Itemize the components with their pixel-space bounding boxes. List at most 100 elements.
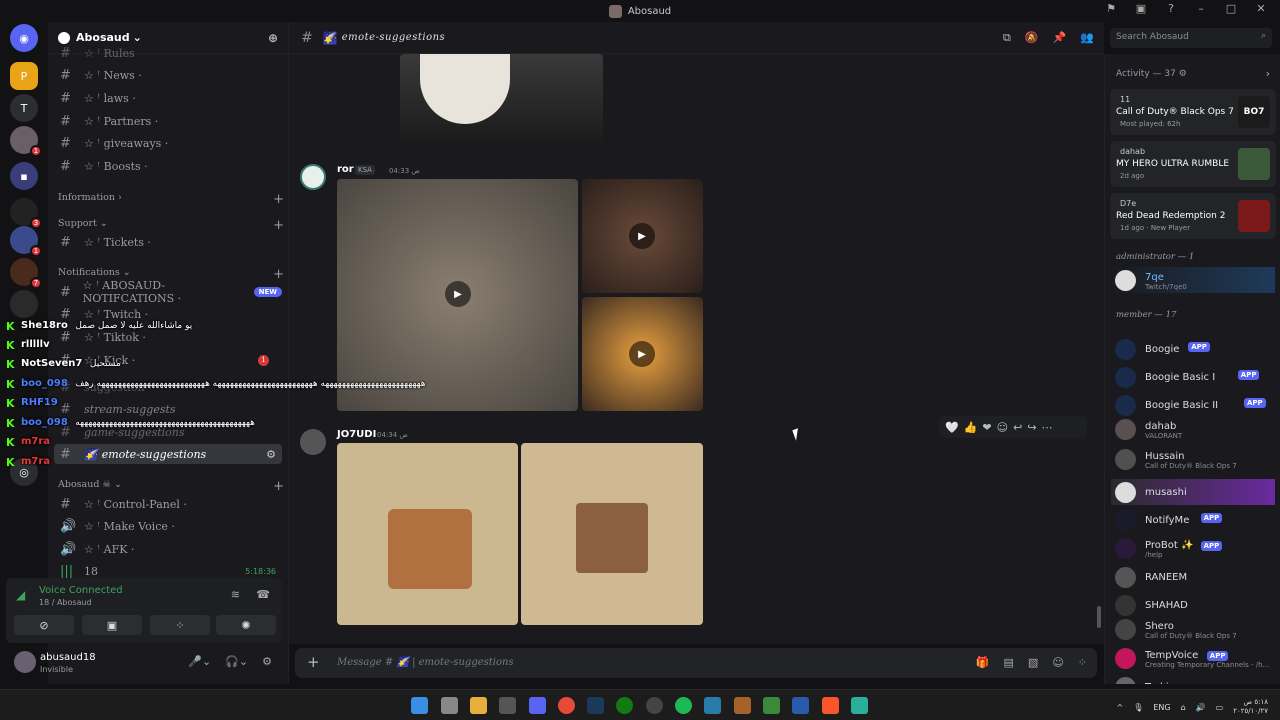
threads-icon[interactable]: ⧉ bbox=[1003, 31, 1011, 45]
member-item[interactable]: 7qe Twitch/7qe0 bbox=[1111, 267, 1275, 293]
headphones-icon[interactable]: 🎧⌄ bbox=[225, 655, 248, 668]
camera-off-button[interactable]: ⊘ bbox=[14, 615, 74, 635]
heart-reaction-icon[interactable]: 🤍 bbox=[945, 421, 959, 434]
reply-icon[interactable]: ↩ bbox=[1013, 421, 1022, 434]
red-heart-reaction-icon[interactable]: ❤ bbox=[982, 421, 991, 434]
app-icon[interactable] bbox=[441, 697, 458, 714]
server-icon-fire[interactable]: 7 bbox=[10, 258, 42, 289]
more-icon[interactable]: ⋯ bbox=[1042, 421, 1053, 434]
user-name[interactable]: abusaud18 bbox=[40, 652, 96, 663]
maximize-button[interactable]: □ bbox=[1220, 2, 1242, 15]
activity-card[interactable]: D7e Red Dead Redemption 2 1d ago · New P… bbox=[1110, 193, 1276, 239]
screen-icon[interactable]: ▣ bbox=[1130, 2, 1152, 15]
member-item[interactable]: Boogie Basic II APP bbox=[1111, 392, 1275, 418]
category-support[interactable]: Support ⌄ + bbox=[58, 218, 284, 233]
channel-partners[interactable]: # ☆ ꜝ Partners · bbox=[54, 111, 282, 131]
folder-icon[interactable]: ▪ bbox=[10, 162, 38, 190]
media-dog-image[interactable] bbox=[400, 54, 603, 145]
server-icon-abosaud[interactable]: 1 bbox=[10, 126, 42, 157]
server-icon-p[interactable]: P bbox=[10, 62, 38, 90]
channel-control-panel[interactable]: # ☆ ꜝ Control-Panel · bbox=[54, 494, 282, 514]
language-indicator[interactable]: ENG bbox=[1153, 703, 1170, 712]
message-avatar[interactable] bbox=[300, 429, 326, 455]
member-item[interactable]: dahab VALORANT bbox=[1111, 416, 1275, 442]
message-author[interactable]: ror bbox=[337, 164, 354, 175]
inbox-icon[interactable]: ⚑ bbox=[1100, 2, 1122, 15]
play-icon[interactable]: ▶ bbox=[629, 223, 655, 249]
image-attachment[interactable] bbox=[521, 443, 703, 625]
app-icon[interactable] bbox=[851, 697, 868, 714]
screen-share-button[interactable]: ▣ bbox=[82, 615, 142, 635]
emoji-picker-icon[interactable]: ☺ bbox=[1052, 656, 1063, 669]
play-icon[interactable]: ▶ bbox=[445, 281, 471, 307]
search-input[interactable]: Search Abosaud ⌕ bbox=[1110, 28, 1272, 48]
channel-giveaways[interactable]: # ☆ ꜝ giveaways · bbox=[54, 133, 282, 153]
discord-home-icon[interactable]: ◉ bbox=[10, 24, 38, 52]
server-icon-blue[interactable]: 1 bbox=[10, 226, 42, 257]
activity-card[interactable]: dahab MY HERO ULTRA RUMBLE 2d ago bbox=[1110, 141, 1276, 187]
battery-icon[interactable]: ▭ bbox=[1216, 703, 1224, 712]
video-attachment[interactable]: ▶ bbox=[337, 179, 578, 411]
forward-icon[interactable]: ↪ bbox=[1027, 421, 1036, 434]
channel-abosaud-notifications[interactable]: # ☆ ꜝ ABOSAUD-NOTIFCATIONS · NEW bbox=[54, 279, 282, 305]
close-button[interactable]: ✕ bbox=[1250, 2, 1272, 15]
add-channel-icon[interactable]: + bbox=[273, 218, 284, 233]
sticker-icon[interactable]: ▧ bbox=[1028, 656, 1038, 669]
member-item[interactable]: ProBot ✨ APP/help bbox=[1111, 535, 1275, 561]
chevron-right-icon[interactable]: › bbox=[1266, 67, 1270, 80]
xbox-icon[interactable] bbox=[616, 697, 633, 714]
channel-tickets[interactable]: # ☆ ꜝ Tickets · bbox=[54, 232, 282, 252]
channel-stream-suggests[interactable]: # stream-suggests bbox=[54, 399, 282, 419]
settings-gear-icon[interactable]: ⚙ bbox=[262, 655, 272, 668]
discord-taskbar-icon[interactable] bbox=[529, 697, 546, 714]
mic-tray-icon[interactable]: 🎙 bbox=[1133, 703, 1143, 712]
channel-rules[interactable]: # ☆ ꜝ Rules bbox=[54, 43, 282, 63]
message-composer[interactable]: + Message # 🌠 | emote-suggestions 🎁 ▤ ▧ … bbox=[295, 648, 1097, 678]
category-information[interactable]: Information › + bbox=[58, 192, 284, 207]
spotify-icon[interactable] bbox=[675, 697, 692, 714]
member-item[interactable]: Boogie Basic I APP bbox=[1111, 364, 1275, 390]
user-avatar[interactable] bbox=[14, 651, 36, 673]
clock[interactable]: ٥:١٨ ص ٢٠٢٥/١٠/٢٧ bbox=[1233, 698, 1268, 716]
play-icon[interactable]: ▶ bbox=[629, 341, 655, 367]
member-list-icon[interactable]: 👥 bbox=[1080, 31, 1094, 45]
noise-suppression-icon[interactable]: ≋ bbox=[231, 588, 240, 601]
app-icon[interactable] bbox=[499, 697, 516, 714]
add-reaction-icon[interactable]: ☺ bbox=[997, 421, 1008, 434]
video-attachment[interactable]: ▶ bbox=[582, 297, 703, 411]
start-icon[interactable] bbox=[411, 697, 428, 714]
volume-icon[interactable]: 🔊 bbox=[1196, 703, 1206, 712]
pin-icon[interactable]: 📌 bbox=[1053, 31, 1067, 45]
add-channel-icon[interactable]: + bbox=[273, 267, 284, 282]
chevron-up-icon[interactable]: ^ bbox=[1116, 703, 1123, 712]
microphone-icon[interactable]: 🎤⌄ bbox=[188, 655, 211, 668]
app-icon[interactable] bbox=[704, 697, 721, 714]
gif-icon[interactable]: ▤ bbox=[1004, 656, 1014, 669]
member-item[interactable]: TempVoice APP Creating Temporary Channels … bbox=[1111, 645, 1275, 671]
thumbs-up-reaction-icon[interactable]: 👍 bbox=[964, 421, 978, 434]
channel-laws[interactable]: # ☆ ꜝ laws · bbox=[54, 88, 282, 108]
soundboard-button[interactable]: ✺ bbox=[216, 615, 276, 635]
minimize-button[interactable]: – bbox=[1190, 2, 1212, 15]
gift-icon[interactable]: 🎁 bbox=[976, 656, 990, 669]
server-icon-dark[interactable]: 3 bbox=[10, 198, 42, 229]
add-attachment-icon[interactable]: + bbox=[307, 653, 320, 671]
app-icon[interactable] bbox=[763, 697, 780, 714]
apps-icon[interactable]: ⁘ bbox=[1078, 656, 1087, 669]
member-item[interactable]: NotifyMe APP bbox=[1111, 507, 1275, 533]
app-icon[interactable] bbox=[792, 697, 809, 714]
server-tag[interactable]: KSA bbox=[355, 165, 375, 175]
channel-boosts[interactable]: # ☆ ꜝ Boosts · bbox=[54, 156, 282, 176]
add-channel-icon[interactable]: + bbox=[273, 192, 284, 207]
member-item[interactable]: RANEEM bbox=[1111, 564, 1275, 590]
app-icon[interactable] bbox=[734, 697, 751, 714]
category-abosaud[interactable]: Abosaud ☠ ⌄ + bbox=[58, 479, 284, 494]
mute-bell-icon[interactable]: 🔕 bbox=[1025, 31, 1039, 45]
message-avatar[interactable] bbox=[300, 164, 326, 190]
member-item[interactable]: Turki bbox=[1111, 674, 1275, 684]
voice-channel-name[interactable]: 18 / Abosaud bbox=[39, 598, 92, 607]
steam-icon[interactable] bbox=[587, 697, 604, 714]
channel-news[interactable]: # ☆ ꜝ News · bbox=[54, 65, 282, 85]
brave-icon[interactable] bbox=[822, 697, 839, 714]
voice-channel-afk[interactable]: 🔊 ☆ ꜝ AFK · bbox=[54, 539, 282, 559]
